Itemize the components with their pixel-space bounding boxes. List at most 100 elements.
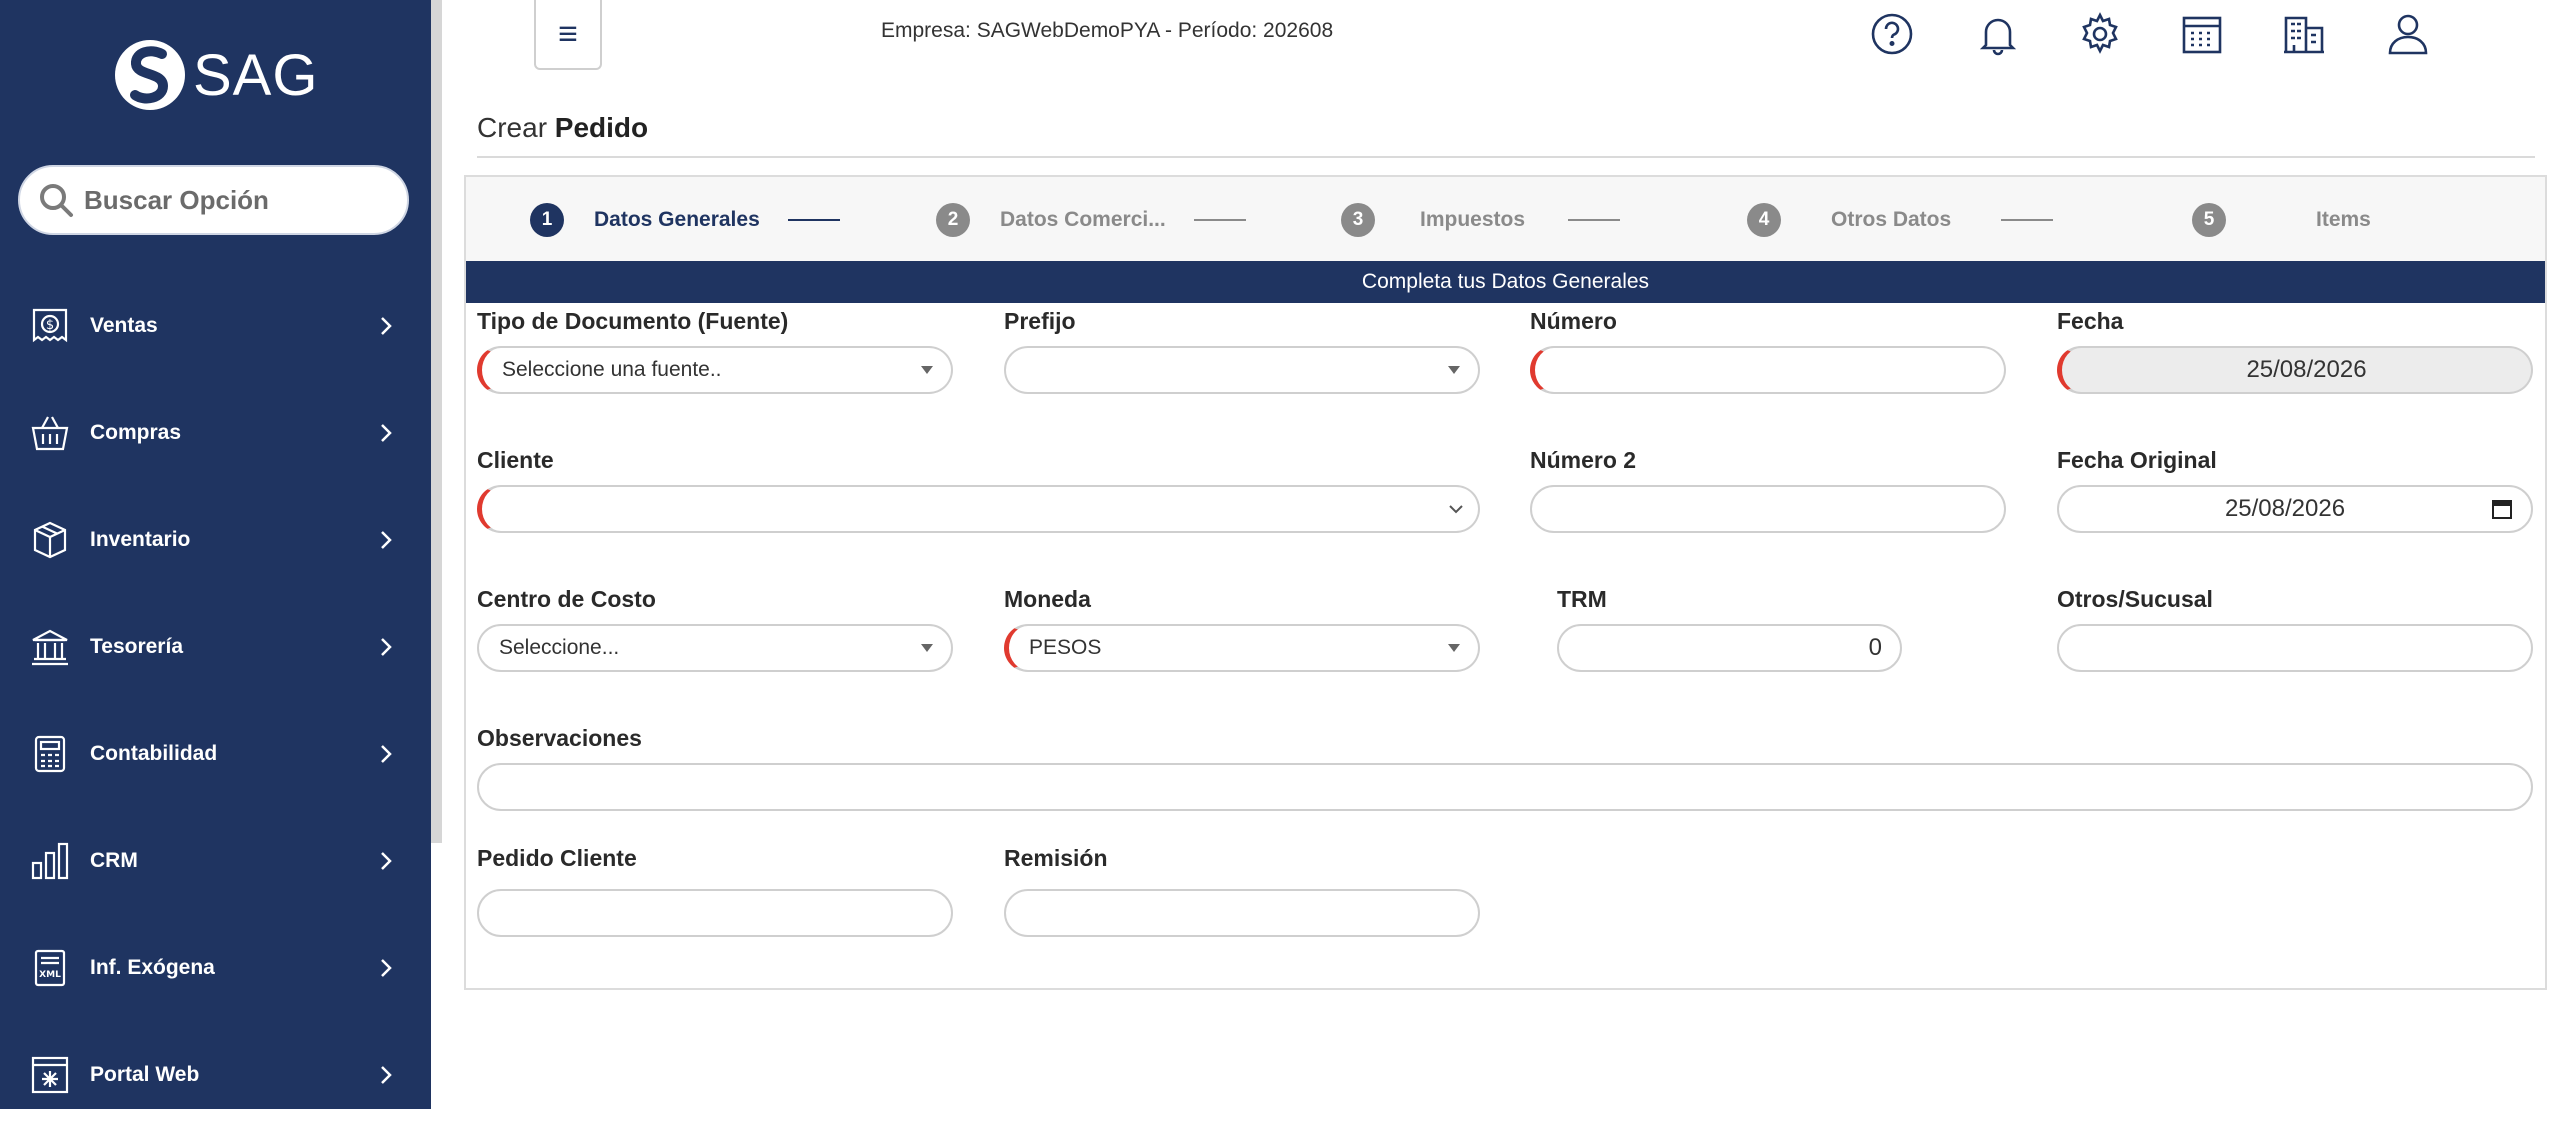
sidebar-item-portal-web[interactable]: Portal Web bbox=[0, 1021, 431, 1128]
chevron-right-icon bbox=[381, 1065, 392, 1084]
step-items[interactable]: 5 Items bbox=[2192, 203, 2371, 237]
prefijo-select[interactable] bbox=[1004, 346, 1480, 394]
building-icon[interactable] bbox=[2280, 10, 2328, 58]
chevron-right-icon bbox=[381, 744, 392, 763]
sag-logo[interactable]: SAG bbox=[115, 38, 319, 112]
tipo-documento-value: Seleccione una fuente.. bbox=[502, 358, 722, 381]
chevron-right-icon bbox=[381, 637, 392, 656]
trm-input[interactable]: 0 bbox=[1557, 624, 1902, 672]
step-datos-comerciales[interactable]: 2 Datos Comerci... bbox=[936, 203, 1246, 237]
sidebar-item-label: Tesorería bbox=[90, 634, 183, 658]
sidebar-item-inventario[interactable]: Inventario bbox=[0, 486, 431, 593]
step-label: Datos Generales bbox=[594, 208, 760, 231]
fecha-label: Fecha bbox=[2057, 308, 2124, 334]
sidebar-nav: $ Ventas Compras Inventario Tesorería Co… bbox=[0, 272, 431, 1128]
cliente-label: Cliente bbox=[477, 447, 554, 473]
fecha-input[interactable]: 25/08/2026 bbox=[2057, 346, 2533, 394]
centro-costo-label: Centro de Costo bbox=[477, 586, 656, 612]
step-datos-generales[interactable]: 1 Datos Generales bbox=[530, 203, 840, 237]
numero2-input[interactable] bbox=[1530, 485, 2006, 533]
moneda-value: PESOS bbox=[1029, 636, 1102, 659]
moneda-label: Moneda bbox=[1004, 586, 1091, 612]
logo-text: SAG bbox=[193, 42, 319, 108]
chevron-right-icon bbox=[381, 530, 392, 549]
svg-text:$: $ bbox=[46, 318, 54, 333]
fecha-original-value: 25/08/2026 bbox=[2224, 495, 2346, 522]
bar-chart-icon bbox=[30, 841, 70, 881]
user-icon[interactable] bbox=[2384, 10, 2432, 58]
title-divider bbox=[477, 156, 2535, 158]
pedido-cliente-input[interactable] bbox=[477, 889, 953, 937]
caret-down-icon bbox=[1448, 644, 1460, 652]
remision-input[interactable] bbox=[1004, 889, 1480, 937]
step-number: 2 bbox=[936, 203, 970, 237]
sag-logo-icon bbox=[115, 40, 185, 110]
help-icon[interactable] bbox=[1868, 10, 1916, 58]
step-number: 4 bbox=[1747, 203, 1781, 237]
basket-icon bbox=[30, 413, 70, 453]
wizard-stepper: 1 Datos Generales 2 Datos Comerci... 3 I… bbox=[466, 177, 2545, 261]
search-input[interactable] bbox=[84, 184, 384, 216]
gear-icon[interactable] bbox=[2076, 10, 2124, 58]
sidebar-item-label: CRM bbox=[90, 848, 138, 872]
step-banner: Completa tus Datos Generales bbox=[466, 261, 2545, 303]
step-label: Items bbox=[2316, 208, 2371, 231]
form-panel: 1 Datos Generales 2 Datos Comerci... 3 I… bbox=[464, 175, 2547, 990]
cliente-select[interactable] bbox=[477, 485, 1480, 533]
step-number: 5 bbox=[2192, 203, 2226, 237]
page-title-bold: Pedido bbox=[554, 112, 649, 143]
observaciones-label: Observaciones bbox=[477, 725, 642, 751]
numero2-label: Número 2 bbox=[1530, 447, 1637, 473]
sidebar-item-label: Inf. Exógena bbox=[90, 955, 215, 979]
otros-sucusal-input[interactable] bbox=[2057, 624, 2533, 672]
chevron-right-icon bbox=[381, 423, 392, 442]
sidebar-item-label: Contabilidad bbox=[90, 741, 218, 765]
sidebar-item-compras[interactable]: Compras bbox=[0, 379, 431, 486]
step-impuestos[interactable]: 3 Impuestos bbox=[1341, 203, 1621, 237]
step-label: Impuestos bbox=[1420, 208, 1526, 231]
fecha-original-input[interactable]: 25/08/2026 bbox=[2057, 485, 2533, 533]
menu-toggle-button[interactable]: ≡ bbox=[534, 0, 602, 70]
step-label: Otros Datos bbox=[1831, 208, 1952, 231]
search-box[interactable] bbox=[18, 165, 409, 235]
tipo-documento-label: Tipo de Documento (Fuente) bbox=[477, 308, 789, 334]
pedido-cliente-label: Pedido Cliente bbox=[477, 845, 637, 871]
page-title: Crear Pedido bbox=[477, 112, 648, 144]
sidebar-scrollbar[interactable] bbox=[431, 0, 442, 843]
fecha-original-label: Fecha Original bbox=[2057, 447, 2217, 473]
step-otros-datos[interactable]: 4 Otros Datos bbox=[1747, 203, 2054, 237]
company-period-info: Empresa: SAGWebDemoPYA - Período: 202608 bbox=[881, 19, 1334, 42]
menu-icon: ≡ bbox=[558, 14, 578, 53]
chevron-right-icon bbox=[381, 958, 392, 977]
fecha-value: 25/08/2026 bbox=[2246, 356, 2367, 383]
sidebar-item-crm[interactable]: CRM bbox=[0, 807, 431, 914]
sidebar-item-inf-exogena[interactable]: XML Inf. Exógena bbox=[0, 914, 431, 1021]
sidebar-item-ventas[interactable]: $ Ventas bbox=[0, 272, 431, 379]
bell-icon[interactable] bbox=[1974, 10, 2022, 58]
calendar-picker-icon[interactable] bbox=[2491, 498, 2513, 520]
step-connector bbox=[787, 219, 840, 221]
sidebar-item-tesoreria[interactable]: Tesorería bbox=[0, 593, 431, 700]
sidebar: SAG $ Ventas Compras Inventario bbox=[0, 0, 431, 1109]
step-connector bbox=[2001, 219, 2054, 221]
centro-costo-select[interactable]: Seleccione... bbox=[477, 624, 953, 672]
sidebar-item-contabilidad[interactable]: Contabilidad bbox=[0, 700, 431, 807]
sidebar-item-label: Portal Web bbox=[90, 1062, 200, 1086]
step-connector bbox=[1568, 219, 1621, 221]
numero-input[interactable] bbox=[1530, 346, 2006, 394]
moneda-select[interactable]: PESOS bbox=[1004, 624, 1480, 672]
chevron-right-icon bbox=[381, 851, 392, 870]
prefijo-label: Prefijo bbox=[1004, 308, 1076, 334]
remision-label: Remisión bbox=[1004, 845, 1108, 871]
portal-icon bbox=[30, 1055, 70, 1095]
chevron-right-icon bbox=[381, 316, 392, 335]
sidebar-item-label: Inventario bbox=[90, 527, 191, 551]
caret-down-icon bbox=[921, 644, 933, 652]
sidebar-item-label: Ventas bbox=[90, 313, 158, 337]
tipo-documento-select[interactable]: Seleccione una fuente.. bbox=[477, 346, 953, 394]
otros-sucusal-label: Otros/Sucusal bbox=[2057, 586, 2213, 612]
observaciones-input[interactable] bbox=[477, 763, 2533, 811]
calendar-icon[interactable] bbox=[2178, 10, 2226, 58]
xml-file-icon: XML bbox=[30, 948, 70, 988]
trm-label: TRM bbox=[1557, 586, 1607, 612]
